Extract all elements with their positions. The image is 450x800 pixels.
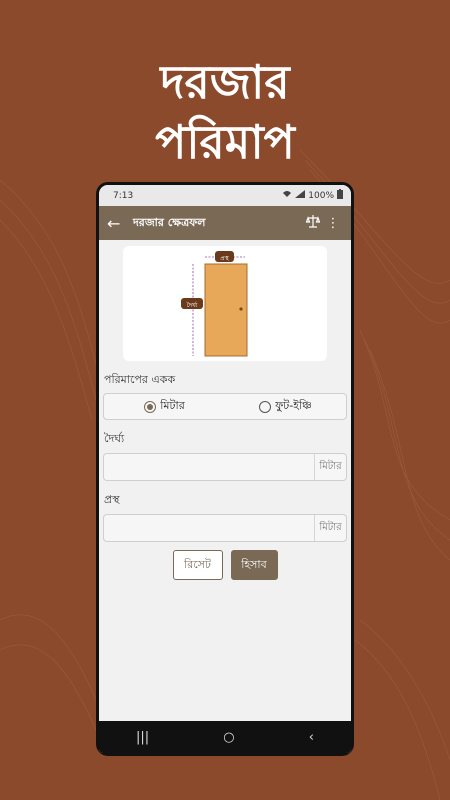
reset-button[interactable]: রিসেট: [172, 550, 223, 580]
recents-icon[interactable]: |||: [136, 730, 149, 745]
battery-icon: [337, 189, 343, 202]
app-screen: 7:13 100% ← দরজার ক্ষেত্রফল ⋮ প্রস্থ দৈর…: [99, 185, 351, 753]
radio-unselected-icon[interactable]: [259, 400, 272, 413]
more-vertical-icon[interactable]: ⋮: [323, 216, 343, 231]
unit-option-meter-label: মিটার: [160, 399, 185, 412]
length-unit-suffix: মিটার: [314, 454, 346, 480]
page-title: দরজার ক্ষেত্রফল: [133, 215, 206, 229]
signal-icon: [295, 190, 306, 201]
phone-frame: 7:13 100% ← দরজার ক্ষেত্রফল ⋮ প্রস্থ দৈর…: [96, 182, 354, 756]
length-input[interactable]: [104, 454, 314, 480]
action-buttons: রিসেট হিসাব: [99, 550, 351, 580]
width-input[interactable]: [104, 515, 314, 541]
unit-selector: মিটার ফুট-ইঞ্চি: [103, 393, 347, 420]
unit-section-label: পরিমাপের একক: [104, 373, 176, 386]
app-bar: ← দরজার ক্ষেত্রফল ⋮: [99, 206, 351, 240]
length-field-label: দৈর্ঘ্য: [104, 432, 125, 445]
diagram-width-label: প্রস্থ: [220, 255, 229, 262]
unit-option-feet-inch[interactable]: ফুট-ইঞ্চি: [225, 397, 346, 416]
unit-option-feet-inch-label: ফুট-ইঞ্চি: [275, 399, 312, 412]
status-bar: 7:13 100%: [99, 185, 351, 206]
balance-scale-icon[interactable]: [303, 214, 323, 232]
status-icons: 100%: [282, 189, 343, 202]
width-unit-suffix: মিটার: [314, 515, 346, 541]
system-nav-bar: ||| ○ ‹: [99, 721, 351, 753]
unit-option-meter[interactable]: মিটার: [104, 397, 225, 416]
status-time: 7:13: [113, 190, 134, 201]
length-field: মিটার: [103, 453, 347, 481]
promo-title-line1: দরজার: [160, 55, 290, 109]
back-nav-icon[interactable]: ‹: [309, 730, 314, 745]
width-field: মিটার: [103, 514, 347, 542]
promo-title-line2: পরিমাপ: [155, 115, 295, 169]
arrow-left-icon[interactable]: ←: [107, 214, 129, 233]
width-field-label: প্রস্থ: [104, 493, 120, 506]
calculate-button[interactable]: হিসাব: [230, 550, 278, 580]
door-diagram: প্রস্থ দৈর্ঘ্য: [123, 246, 327, 361]
wifi-icon: [282, 190, 292, 201]
home-icon[interactable]: ○: [223, 730, 234, 745]
diagram-height-label: দৈর্ঘ্য: [186, 302, 198, 309]
battery-percent: 100%: [308, 190, 334, 201]
radio-selected-icon[interactable]: [144, 400, 157, 413]
